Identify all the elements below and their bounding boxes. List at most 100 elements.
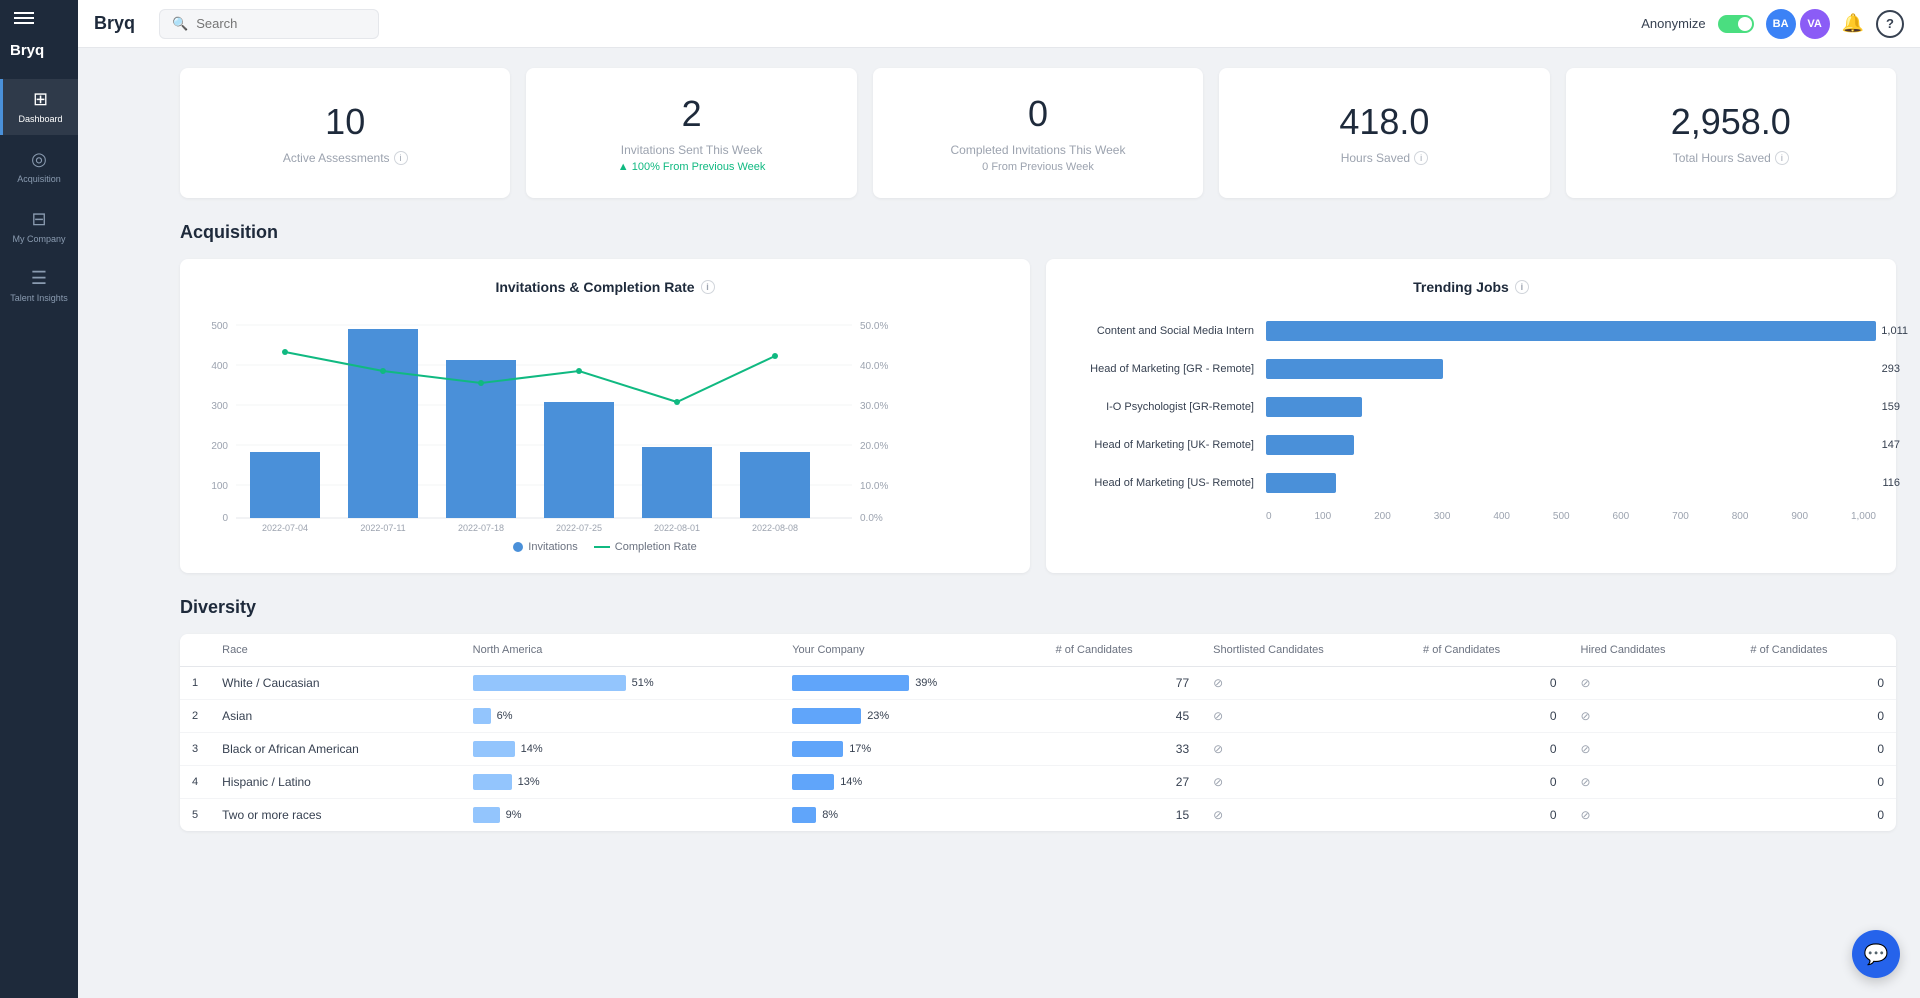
svg-text:2022-08-08: 2022-08-08: [752, 523, 798, 531]
co-bar-cell: 17%: [780, 733, 1043, 766]
search-input[interactable]: [196, 16, 356, 31]
info-icon-total-hours-saved[interactable]: i: [1775, 151, 1789, 165]
co-bar-cell: 39%: [780, 667, 1043, 700]
trending-bar-2: [1266, 397, 1362, 417]
row-num: 1: [180, 667, 210, 700]
col-hired: Hired Candidates: [1569, 634, 1739, 667]
sidebar-item-my-company[interactable]: ⊟ My Company: [0, 199, 78, 255]
shortlisted-bar: ⊘: [1201, 733, 1411, 766]
legend-dot-invitations: [513, 542, 523, 552]
svg-text:100: 100: [211, 481, 228, 492]
avatar-ba[interactable]: BA: [1766, 9, 1796, 39]
race-name: White / Caucasian: [210, 667, 461, 700]
race-name: Two or more races: [210, 799, 461, 832]
invitations-chart-card: Invitations & Completion Rate i 500 400 …: [180, 259, 1030, 573]
charts-row: Invitations & Completion Rate i 500 400 …: [180, 259, 1896, 573]
na-pct: 14%: [521, 743, 543, 755]
info-icon-invitations-chart[interactable]: i: [701, 280, 715, 294]
topbar: Bryq 🔍 Anonymize BA VA 🔔 ?: [78, 0, 1920, 48]
trending-bar-wrap-3: 147: [1266, 435, 1876, 455]
diversity-table: Race North America Your Company # of Can…: [180, 634, 1896, 831]
sidebar-label-dashboard: Dashboard: [18, 114, 62, 125]
avatar-va[interactable]: VA: [1800, 9, 1830, 39]
trending-job-row-0: Content and Social Media Intern 1,011: [1066, 321, 1876, 341]
search-icon: 🔍: [172, 16, 188, 32]
co-pct: 8%: [822, 809, 838, 821]
anonymize-toggle[interactable]: [1718, 15, 1754, 33]
notification-bell-icon[interactable]: 🔔: [1842, 13, 1864, 34]
shortlisted-count: 0: [1411, 667, 1569, 700]
bar-3: [544, 402, 614, 518]
shortlisted-bar: ⊘: [1201, 700, 1411, 733]
completion-rate-point-5: [772, 353, 778, 359]
info-icon-trending-jobs[interactable]: i: [1515, 280, 1529, 294]
sidebar-label-acquisition: Acquisition: [17, 174, 61, 185]
trending-value-1: 293: [1882, 363, 1900, 375]
diversity-table-body: 1 White / Caucasian 51% 39% 77 ⊘ 0 ⊘ 0 2…: [180, 667, 1896, 832]
brand-logo: Bryq: [94, 13, 135, 34]
trending-value-3: 147: [1882, 439, 1900, 451]
completion-rate-point-1: [380, 368, 386, 374]
trending-bar-0: [1266, 321, 1876, 341]
legend-label-invitations: Invitations: [528, 541, 578, 553]
candidates-count: 27: [1044, 766, 1202, 799]
diversity-card: Race North America Your Company # of Can…: [180, 634, 1896, 831]
hired-bar: ⊘: [1569, 667, 1739, 700]
hired-count: 0: [1738, 667, 1896, 700]
trending-value-4: 116: [1882, 477, 1900, 489]
hired-count: 0: [1738, 799, 1896, 832]
completion-rate-point-3: [576, 368, 582, 374]
main-content: 10 Active Assessments i 2 Invitations Se…: [156, 48, 1920, 998]
na-bar-cell: 13%: [461, 766, 781, 799]
trending-job-label-0: Content and Social Media Intern: [1066, 325, 1266, 337]
help-button[interactable]: ?: [1876, 10, 1904, 38]
trending-bar-1: [1266, 359, 1443, 379]
trending-value-0: 1,011: [1881, 325, 1908, 337]
bar-1: [348, 329, 418, 518]
trending-job-row-3: Head of Marketing [UK- Remote] 147: [1066, 435, 1876, 455]
sidebar-label-my-company: My Company: [12, 234, 65, 245]
trending-job-label-3: Head of Marketing [UK- Remote]: [1066, 439, 1266, 451]
hamburger-menu[interactable]: [0, 12, 34, 24]
invitations-chart-svg: 500 400 300 200 100 0 50.0% 40.0% 30.0% …: [200, 311, 1010, 531]
shortlisted-count: 0: [1411, 733, 1569, 766]
trending-jobs-chart-card: Trending Jobs i Content and Social Media…: [1046, 259, 1896, 573]
shortlisted-count: 0: [1411, 700, 1569, 733]
trending-value-2: 159: [1882, 401, 1900, 413]
shortlisted-bar: ⊘: [1201, 799, 1411, 832]
sidebar-item-talent-insights[interactable]: ☰ Talent Insights: [0, 258, 78, 314]
search-box[interactable]: 🔍: [159, 9, 379, 39]
stat-value-total-hours-saved: 2,958.0: [1671, 101, 1791, 143]
sidebar-item-dashboard[interactable]: ⊞ Dashboard: [0, 79, 78, 135]
svg-text:200: 200: [211, 441, 228, 452]
svg-text:2022-07-18: 2022-07-18: [458, 523, 504, 531]
na-bar-cell: 51%: [461, 667, 781, 700]
diversity-table-row: 2 Asian 6% 23% 45 ⊘ 0 ⊘ 0: [180, 700, 1896, 733]
info-icon-hours-saved[interactable]: i: [1414, 151, 1428, 165]
stat-sub-completed-invitations: 0 From Previous Week: [982, 161, 1094, 173]
stat-label-completed-invitations: Completed Invitations This Week: [951, 143, 1126, 157]
sidebar-item-acquisition[interactable]: ◎ Acquisition: [0, 139, 78, 195]
col-north-america: North America: [461, 634, 781, 667]
legend-completion-rate: Completion Rate: [594, 541, 697, 553]
avatar-group: BA VA: [1766, 9, 1830, 39]
diversity-table-header: Race North America Your Company # of Can…: [180, 634, 1896, 667]
svg-text:2022-07-04: 2022-07-04: [262, 523, 308, 531]
chat-widget[interactable]: 💬: [1852, 930, 1900, 978]
diversity-table-row: 4 Hispanic / Latino 13% 14% 27 ⊘ 0 ⊘ 0: [180, 766, 1896, 799]
stat-value-completed-invitations: 0: [1028, 93, 1048, 135]
candidates-count: 33: [1044, 733, 1202, 766]
completion-rate-point-0: [282, 349, 288, 355]
trending-jobs-chart-title: Trending Jobs i: [1066, 279, 1876, 295]
legend-label-completion-rate: Completion Rate: [615, 541, 697, 553]
col-your-company: Your Company: [780, 634, 1043, 667]
brand-logo-sidebar: Bryq: [0, 42, 44, 59]
svg-text:20.0%: 20.0%: [860, 441, 888, 452]
info-icon-active-assessments[interactable]: i: [394, 151, 408, 165]
race-name: Hispanic / Latino: [210, 766, 461, 799]
candidates-count: 45: [1044, 700, 1202, 733]
chart-legend: Invitations Completion Rate: [200, 541, 1010, 553]
stat-value-invitations-sent: 2: [682, 93, 702, 135]
co-pct: 23%: [867, 710, 889, 722]
trending-bar-wrap-0: 1,011: [1266, 321, 1876, 341]
